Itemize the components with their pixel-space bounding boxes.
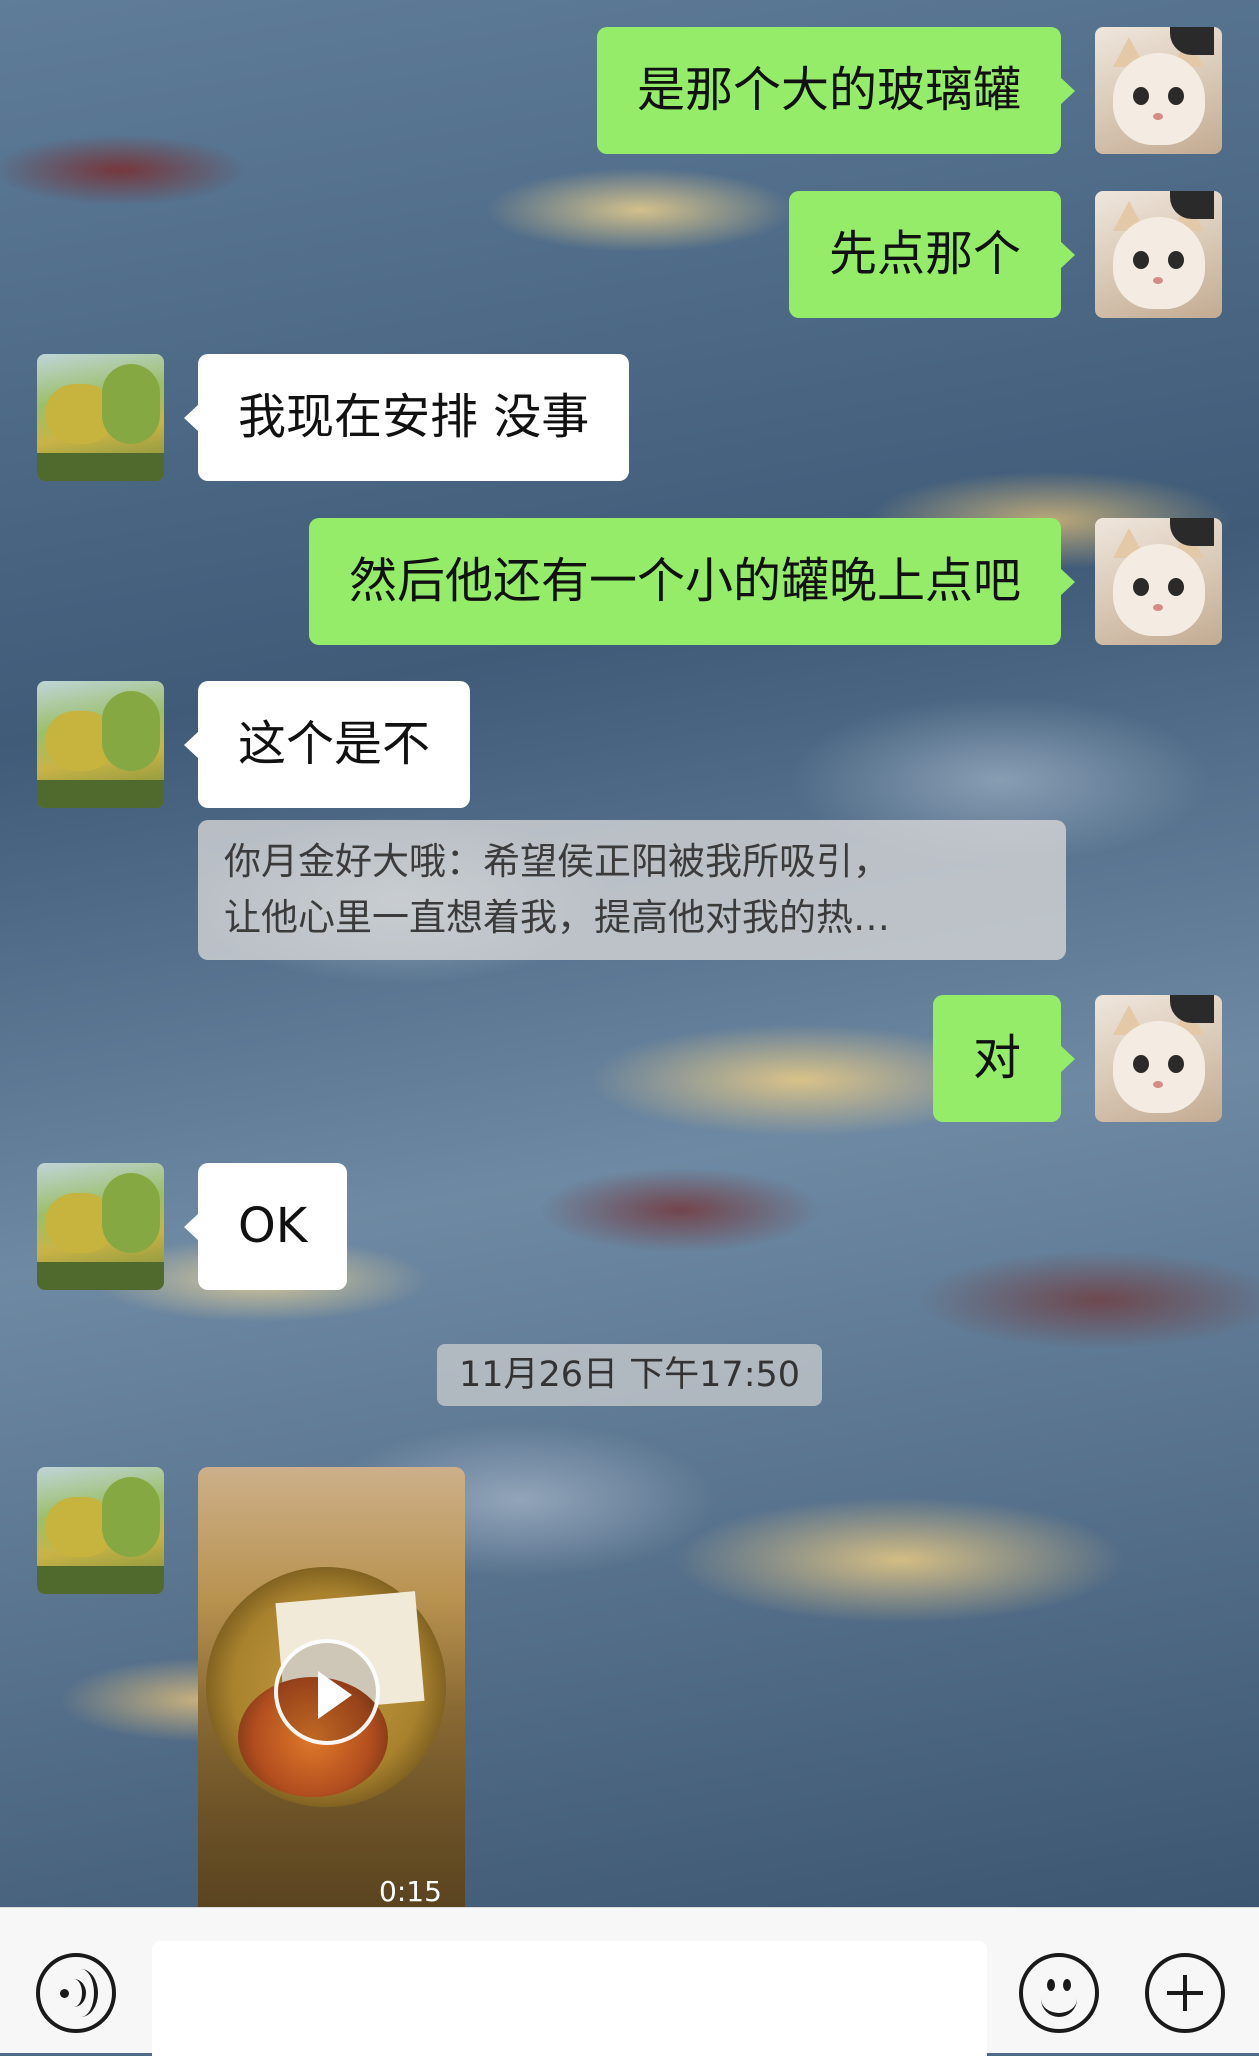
- message-input[interactable]: [152, 1941, 987, 2056]
- cat-nose-icon: [1153, 604, 1163, 611]
- voice-wave-icon: [64, 1969, 98, 2017]
- cat-nose-icon: [1153, 277, 1163, 284]
- quote-line: 你月金好大哦：希望侯正阳被我所吸引，: [224, 840, 890, 883]
- ground-icon: [37, 780, 164, 808]
- cat-eye-icon: [1133, 87, 1149, 105]
- emoji-mouth-icon: [1041, 1995, 1077, 2017]
- cat-face-icon: [1113, 1021, 1205, 1113]
- cat-face-icon: [1113, 217, 1205, 309]
- emoji-icon[interactable]: [1019, 1953, 1099, 2033]
- cat-eye-icon: [1133, 578, 1149, 596]
- self-avatar[interactable]: [1095, 27, 1222, 154]
- ground-icon: [37, 1262, 164, 1290]
- cat-eye-icon: [1168, 87, 1184, 105]
- chat-timestamp: 11月26日 下午17:50: [437, 1344, 822, 1406]
- message-bubble[interactable]: 对: [932, 995, 1076, 1122]
- self-avatar[interactable]: [1095, 995, 1222, 1122]
- quoted-message[interactable]: 你月金好大哦：希望侯正阳被我所吸引， 让他心里一直想着我，提高他对我的热…: [198, 820, 1066, 960]
- cat-nose-icon: [1153, 113, 1163, 120]
- input-bar: [0, 1907, 1259, 2056]
- cat-eye-icon: [1168, 578, 1184, 596]
- tree-icon: [102, 691, 160, 771]
- ground-icon: [37, 453, 164, 481]
- message-bubble[interactable]: OK: [183, 1163, 348, 1290]
- self-avatar[interactable]: [1095, 518, 1222, 645]
- cat-eye-icon: [1168, 1055, 1184, 1073]
- plus-icon[interactable]: [1145, 1953, 1225, 2033]
- tree-icon: [102, 1477, 160, 1557]
- tree-icon: [102, 364, 160, 444]
- cat-nose-icon: [1153, 1081, 1163, 1088]
- message-bubble[interactable]: 先点那个: [788, 191, 1076, 318]
- cat-face-icon: [1113, 53, 1205, 145]
- tree-icon: [102, 1173, 160, 1253]
- contact-avatar[interactable]: [37, 354, 164, 481]
- video-duration: 0:15: [379, 1875, 442, 1907]
- contact-avatar[interactable]: [37, 1163, 164, 1290]
- video-message[interactable]: 0:15: [198, 1467, 465, 1907]
- message-bubble[interactable]: 然后他还有一个小的罐晚上点吧: [308, 518, 1076, 645]
- cat-eye-icon: [1133, 1055, 1149, 1073]
- message-bubble[interactable]: 这个是不: [183, 681, 471, 808]
- contact-avatar[interactable]: [37, 1467, 164, 1594]
- message-bubble[interactable]: 我现在安排 没事: [183, 354, 630, 481]
- cat-eye-icon: [1133, 251, 1149, 269]
- quote-line: 让他心里一直想着我，提高他对我的热…: [224, 896, 890, 939]
- ground-icon: [37, 1566, 164, 1594]
- cat-eye-icon: [1168, 251, 1184, 269]
- contact-avatar[interactable]: [37, 681, 164, 808]
- emoji-eye-icon: [1063, 1979, 1071, 1991]
- plus-bar-icon: [1183, 1975, 1187, 2011]
- message-bubble[interactable]: 是那个大的玻璃罐: [596, 27, 1076, 154]
- voice-icon[interactable]: [36, 1953, 116, 2033]
- emoji-eye-icon: [1047, 1979, 1055, 1991]
- self-avatar[interactable]: [1095, 191, 1222, 318]
- play-icon[interactable]: [274, 1639, 380, 1745]
- cat-face-icon: [1113, 544, 1205, 636]
